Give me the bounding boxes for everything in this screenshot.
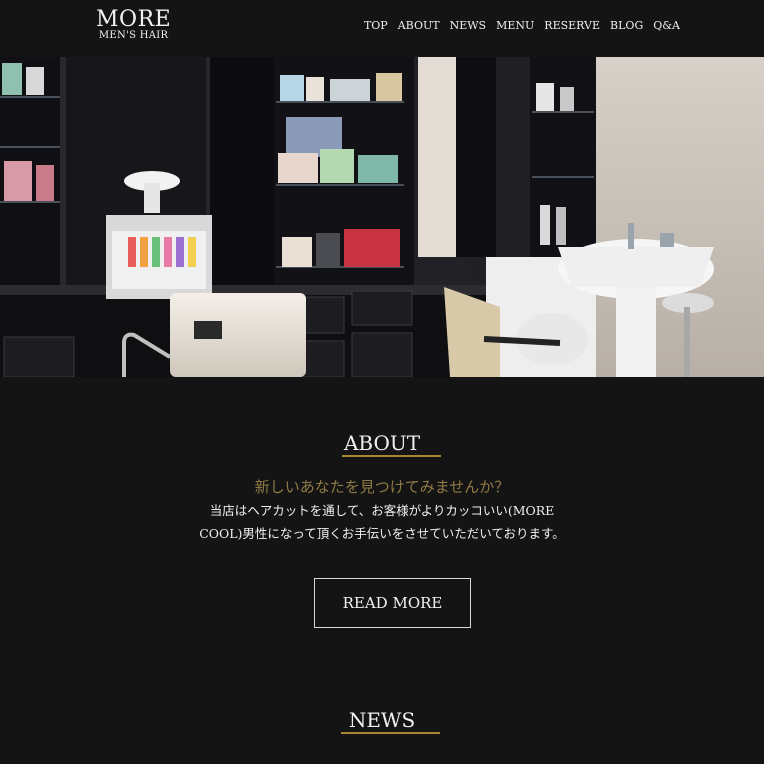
logo-main-text: MORE [96, 7, 172, 32]
nav-reserve[interactable]: RESERVE [544, 19, 600, 32]
nav-about[interactable]: ABOUT [398, 19, 440, 32]
about-title: ABOUT [343, 431, 421, 455]
main-nav: TOP ABOUT NEWS MENU RESERVE BLOG Q&A [364, 19, 680, 32]
nav-news[interactable]: NEWS [450, 19, 487, 32]
hero-image [0, 57, 764, 377]
nav-top[interactable]: TOP [364, 19, 388, 32]
about-description-line-1: 当店はヘアカットを通して、お客様がよりカッコいい(MORE [209, 503, 555, 518]
news-title-underline [341, 732, 440, 734]
about-title-underline [342, 455, 441, 457]
about-tagline: 新しいあなたを見つけてみませんか？ [254, 478, 510, 496]
site-header: MORE MEN'S HAIR TOP ABOUT NEWS MENU RESE… [0, 0, 764, 57]
about-description-line-2: COOL)男性になって頂くお手伝いをさせていただいております。 [199, 526, 565, 541]
nav-blog[interactable]: BLOG [610, 19, 643, 32]
news-title: NEWS [348, 708, 416, 732]
site-logo[interactable]: MORE MEN'S HAIR [96, 7, 172, 42]
logo-sub-text: MEN'S HAIR [98, 30, 169, 41]
nav-qa[interactable]: Q&A [653, 19, 680, 32]
nav-menu[interactable]: MENU [496, 19, 534, 32]
read-more-button[interactable]: READ MORE [314, 578, 471, 628]
